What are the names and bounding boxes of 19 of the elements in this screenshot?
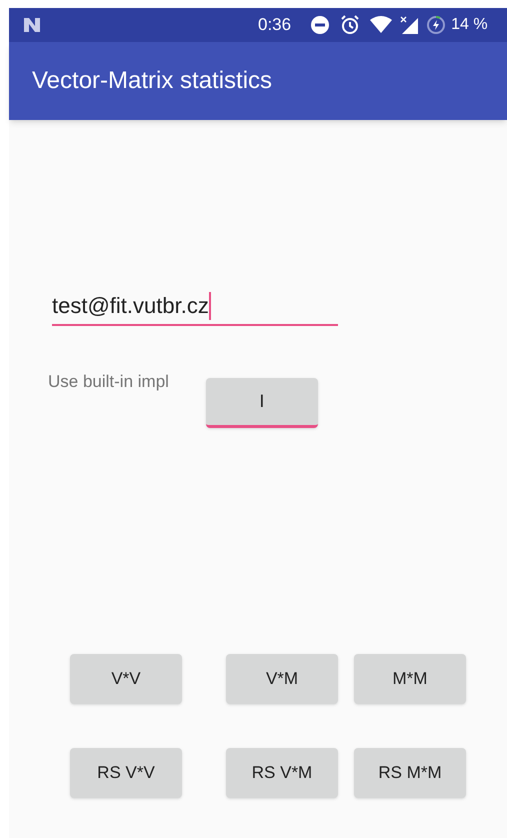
operation-button[interactable]: RS V*V [70,748,182,798]
text-cursor [208,292,211,320]
impl-toggle[interactable]: I [206,378,318,428]
operation-button[interactable]: RS V*M [226,748,338,798]
wifi-icon [370,16,392,34]
app-title: Vector-Matrix statistics [32,66,272,96]
alarm-icon [340,15,360,35]
operation-button[interactable]: RS M*M [354,748,466,798]
clock: 0:36 [258,14,292,36]
do-not-disturb-icon [310,15,330,35]
operation-button[interactable]: V*M [226,654,338,704]
impl-label: Use built-in impl [48,371,169,393]
email-field[interactable]: test@fit.vutbr.cz [52,288,338,326]
battery-icon [426,15,446,35]
signal-icon [400,16,418,34]
battery-percentage: 14 % [451,15,488,35]
notification-icon [23,17,41,33]
operation-button[interactable]: M*M [354,654,466,704]
operation-button[interactable]: V*V [70,654,182,704]
